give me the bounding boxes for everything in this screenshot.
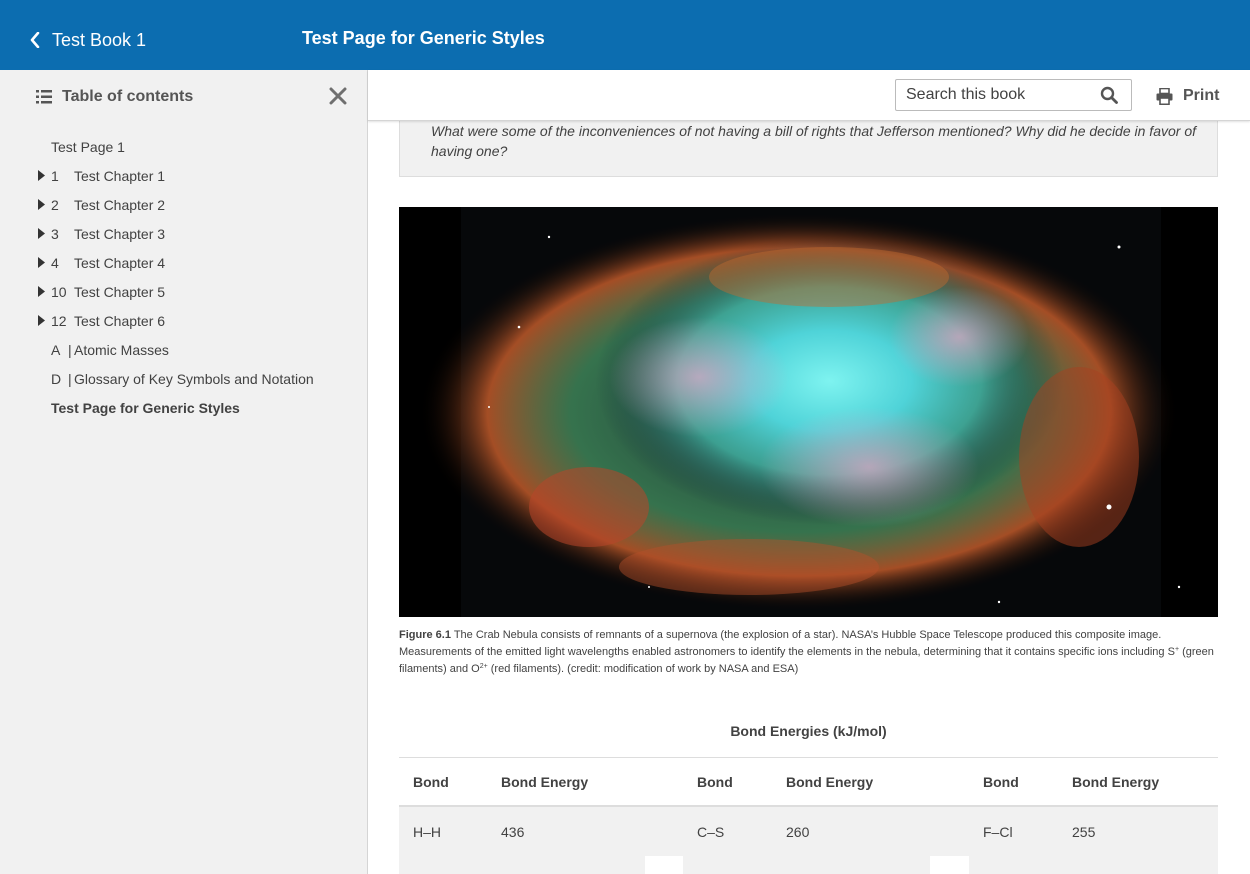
toc-item-number: D bbox=[51, 370, 62, 387]
table-cell: C–S bbox=[697, 823, 725, 840]
toc-item-number: 1 bbox=[51, 167, 59, 184]
top-bar: Test Book 1 Test Page for Generic Styles bbox=[0, 0, 1250, 70]
toc-list: Test Page 1 1 Test Chapter 1 2 Test Chap… bbox=[0, 132, 368, 422]
table-header-cell: Bond bbox=[697, 773, 733, 790]
toc-item-label: Test Chapter 3 bbox=[74, 225, 166, 242]
toc-item-label: Atomic Masses bbox=[74, 341, 169, 358]
table-header-cell: Bond bbox=[413, 773, 449, 790]
print-button[interactable]: Print bbox=[1156, 87, 1219, 105]
table-cell: 255 bbox=[1072, 823, 1096, 840]
caret-right-icon[interactable] bbox=[38, 228, 45, 239]
content-toolbar: Print bbox=[368, 70, 1250, 121]
toc-title: Table of contents bbox=[62, 88, 194, 105]
search-icon[interactable] bbox=[1100, 86, 1118, 104]
toc-item-label: Test Chapter 6 bbox=[74, 312, 166, 329]
table-header-cell: Bond Energy bbox=[1072, 773, 1160, 790]
page-title: Test Page for Generic Styles bbox=[302, 28, 545, 48]
chevron-left-icon bbox=[30, 32, 40, 48]
toc-separator: | bbox=[68, 370, 72, 387]
exercise-note-box: What were some of the inconveniences of … bbox=[399, 121, 1218, 177]
crab-nebula-image bbox=[399, 207, 1218, 617]
table-cell bbox=[399, 856, 645, 874]
toc-item-appendix-a[interactable]: A | Atomic Masses bbox=[0, 335, 368, 364]
toc-item-label: Glossary of Key Symbols and Notation bbox=[74, 370, 314, 387]
crab-nebula-figure bbox=[399, 207, 1218, 617]
caret-right-icon[interactable] bbox=[38, 199, 45, 210]
toc-header: Table of contents bbox=[36, 88, 193, 106]
note-text: What were some of the inconveniences of … bbox=[431, 123, 1196, 159]
toc-item-chapter-1[interactable]: 1 Test Chapter 1 bbox=[0, 161, 368, 190]
toc-item-chapter-3[interactable]: 3 Test Chapter 3 bbox=[0, 219, 368, 248]
table-cell: 436 bbox=[501, 823, 525, 840]
toc-item-label: Test Page 1 bbox=[51, 138, 125, 155]
caret-right-icon[interactable] bbox=[38, 257, 45, 268]
caret-right-icon[interactable] bbox=[38, 170, 45, 181]
print-label: Print bbox=[1183, 87, 1220, 104]
table-header-cell: Bond bbox=[983, 773, 1019, 790]
toc-item-label: Test Chapter 2 bbox=[74, 196, 166, 213]
close-toc-button[interactable] bbox=[329, 87, 347, 110]
toc-item-chapter-6[interactable]: 12 Test Chapter 6 bbox=[0, 306, 368, 335]
toc-item-number: 12 bbox=[51, 312, 67, 329]
figure-caption: Figure 6.1 The Crab Nebula consists of r… bbox=[399, 627, 1218, 678]
toc-item-label: Test Chapter 5 bbox=[74, 283, 166, 300]
table-of-contents-sidebar: Table of contents Test Page 1 1 Test Cha… bbox=[0, 70, 368, 874]
table-header-row: Bond Bond Energy Bond Bond Energy Bond B… bbox=[399, 757, 1218, 807]
toc-separator: | bbox=[68, 341, 72, 358]
printer-icon bbox=[1156, 87, 1173, 105]
close-icon bbox=[329, 87, 347, 105]
toc-item-label: Test Chapter 1 bbox=[74, 167, 166, 184]
table-title: Bond Energies (kJ/mol) bbox=[730, 723, 887, 739]
caret-right-icon[interactable] bbox=[38, 315, 45, 326]
toc-item-chapter-5[interactable]: 10 Test Chapter 5 bbox=[0, 277, 368, 306]
table-row: H–H 436 C–S 260 F–Cl 255 bbox=[399, 807, 1218, 856]
table-header-cell: Bond Energy bbox=[501, 773, 589, 790]
main-content: What were some of the inconveniences of … bbox=[368, 121, 1250, 874]
table-cell: 260 bbox=[786, 823, 810, 840]
caption-text: The Crab Nebula consists of remnants of … bbox=[399, 629, 1175, 658]
toc-item-current-page[interactable]: Test Page for Generic Styles bbox=[0, 393, 368, 422]
caption-superscript: 2+ bbox=[479, 663, 488, 670]
table-cell bbox=[683, 856, 930, 874]
toc-item-label: Test Page for Generic Styles bbox=[51, 399, 240, 416]
toc-item-number: 2 bbox=[51, 196, 59, 213]
toc-item-chapter-4[interactable]: 4 Test Chapter 4 bbox=[0, 248, 368, 277]
toc-item-test-page-1[interactable]: Test Page 1 bbox=[0, 132, 368, 161]
table-cell bbox=[969, 856, 1218, 874]
table-header-cell: Bond Energy bbox=[786, 773, 874, 790]
toc-item-number: 3 bbox=[51, 225, 59, 242]
table-cell: H–H bbox=[413, 823, 442, 840]
toc-item-label: Test Chapter 4 bbox=[74, 254, 166, 271]
caption-text: (red filaments). (credit: modification o… bbox=[487, 663, 799, 675]
search-input[interactable] bbox=[906, 86, 1096, 104]
search-box bbox=[895, 79, 1132, 111]
book-title: Test Book 1 bbox=[52, 29, 147, 50]
toc-item-appendix-d[interactable]: D | Glossary of Key Symbols and Notation bbox=[0, 364, 368, 393]
toc-item-number: 10 bbox=[51, 283, 67, 300]
bond-energies-table: Bond Bond Energy Bond Bond Energy Bond B… bbox=[399, 757, 1218, 874]
table-cell: F–Cl bbox=[983, 823, 1013, 840]
table-row bbox=[399, 856, 1218, 874]
toc-item-number: 4 bbox=[51, 254, 59, 271]
figure-label: Figure 6.1 bbox=[399, 629, 451, 641]
back-to-book-link[interactable]: Test Book 1 bbox=[30, 28, 146, 52]
toc-item-number: A bbox=[51, 341, 61, 358]
caret-right-icon[interactable] bbox=[38, 286, 45, 297]
list-icon bbox=[36, 90, 52, 104]
toc-item-chapter-2[interactable]: 2 Test Chapter 2 bbox=[0, 190, 368, 219]
